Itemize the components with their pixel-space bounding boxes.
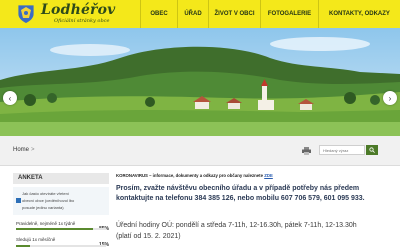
site-title[interactable]: Lodhéřov	[41, 2, 116, 18]
breadcrumb-separator: >	[31, 147, 35, 153]
poll-option-label[interactable]: Sledujú 1x měsíčně	[16, 237, 55, 242]
slider-prev-button[interactable]: ‹	[3, 91, 17, 105]
nav-obec[interactable]: OBEC	[140, 0, 177, 28]
poll-option-label[interactable]: Pravidelně, nejméně 1x týdně	[16, 221, 75, 226]
checkbox-icon[interactable]	[16, 198, 21, 203]
hero-slider[interactable]: ‹ ›	[0, 28, 400, 136]
hero-image	[0, 28, 400, 136]
chevron-right-icon: ›	[388, 93, 392, 103]
covid-notice: KORONAVIRUS – informace, dokumenty a odk…	[116, 173, 386, 178]
poll-option-bar	[16, 245, 106, 247]
search-icon	[369, 147, 375, 153]
site-subtitle: Oficiální stránky obce	[54, 18, 110, 24]
poll-widget: ANKETA Jak často otevíráte vřetení obecn…	[13, 173, 109, 250]
poll-question-line: posude jedinu varianta)	[22, 205, 64, 210]
covid-notice-link[interactable]: ZDE	[264, 173, 273, 178]
poll-option-fill	[16, 245, 30, 247]
search-button[interactable]	[366, 145, 378, 155]
contact-notice: Prosím, zvažte návštěvu obecního úřadu a…	[116, 185, 365, 202]
search-input[interactable]	[319, 145, 365, 155]
covid-notice-text: KORONAVIRUS – informace, dokumenty a odk…	[116, 173, 264, 178]
nav-zivot-v-obci[interactable]: ŽIVOT V OBCI	[208, 0, 260, 28]
poll-option-bar	[16, 228, 106, 230]
crest-icon[interactable]	[17, 4, 35, 24]
poll-title: ANKETA	[13, 173, 109, 184]
slider-next-button[interactable]: ›	[383, 91, 397, 105]
chevron-left-icon: ‹	[8, 93, 12, 103]
poll-question: Jak často otevíráte vřetení obecní obce …	[13, 187, 109, 215]
office-hours-validity: (platí od 15. 2. 2021)	[116, 233, 181, 240]
breadcrumb-bar: Home >	[0, 136, 400, 166]
nav-urad[interactable]: ÚŘAD	[177, 0, 208, 28]
poll-question-line: Jak často otevíráte vřetení	[22, 191, 69, 196]
breadcrumb-home[interactable]: Home	[13, 147, 29, 153]
poll-option-fill	[16, 228, 93, 230]
poll-question-line: obecní obce (ceděníhovol lbo	[22, 198, 75, 203]
nav-fotogalerie[interactable]: FOTOGALERIE	[260, 0, 318, 28]
nav-kontakty-odkazy[interactable]: KONTAKTY, ODKAZY	[318, 0, 400, 28]
site-header: Lodhéřov Oficiální stránky obce OBEC ÚŘA…	[0, 0, 400, 28]
print-icon[interactable]	[302, 147, 311, 155]
office-hours: Úřední hodiny OÚ: pondělí a středa 7-11h…	[116, 222, 357, 229]
